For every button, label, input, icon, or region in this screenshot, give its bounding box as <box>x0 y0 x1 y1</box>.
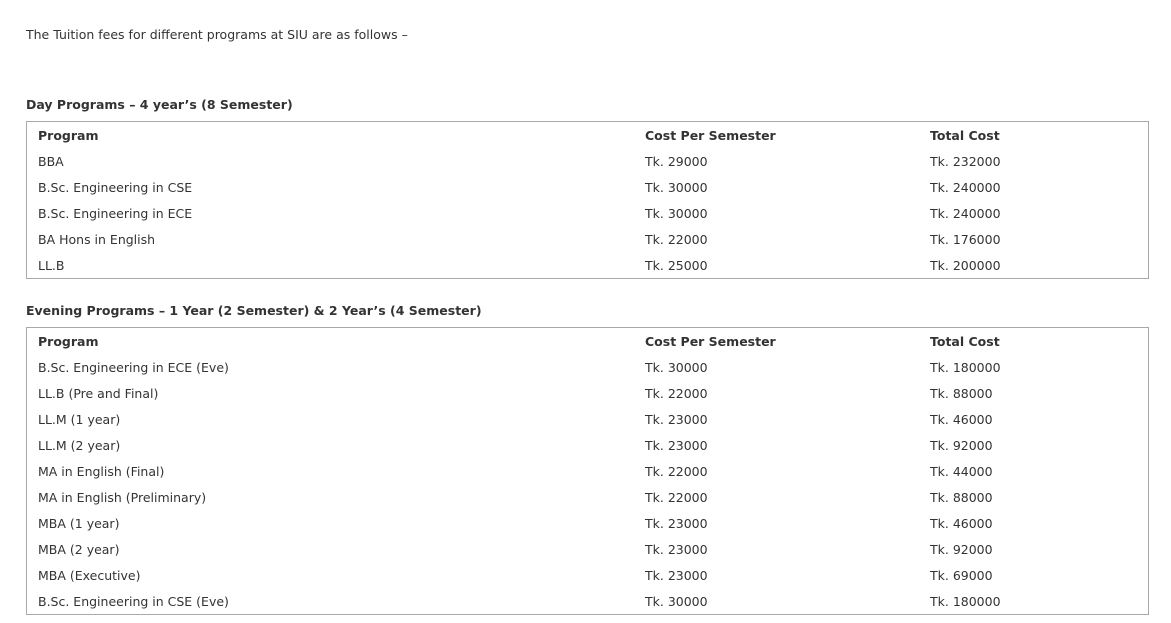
cost-per-semester-cell: Tk. 30000 <box>645 179 708 195</box>
program-name-cell: MBA (Executive) <box>38 567 141 583</box>
column-header-cost-per-semester: Cost Per Semester <box>645 333 776 349</box>
cost-per-semester-cell: Tk. 30000 <box>645 593 708 609</box>
cost-per-semester-cell: Tk. 23000 <box>645 437 708 453</box>
total-cost-cell: Tk. 176000 <box>930 231 1001 247</box>
cost-per-semester-cell: Tk. 25000 <box>645 257 708 273</box>
cost-per-semester-cell: Tk. 23000 <box>645 541 708 557</box>
table-row: MA in English (Final) Tk. 22000 Tk. 4400… <box>27 458 1149 484</box>
total-cost-cell: Tk. 240000 <box>930 205 1001 221</box>
table-row: MBA (Executive) Tk. 23000 Tk. 69000 <box>27 562 1149 588</box>
program-name-cell: B.Sc. Engineering in CSE <box>38 179 193 195</box>
total-cost-cell: Tk. 180000 <box>930 359 1001 375</box>
total-cost-cell: Tk. 180000 <box>930 593 1001 609</box>
table-row: MBA (2 year) Tk. 23000 Tk. 92000 <box>27 536 1149 562</box>
table-header-row: Program Cost Per Semester Total Cost <box>27 122 1149 149</box>
total-cost-cell: Tk. 92000 <box>930 541 993 557</box>
table-row: B.Sc. Engineering in ECE (Eve) Tk. 30000… <box>27 354 1149 380</box>
total-cost-cell: Tk. 44000 <box>930 463 993 479</box>
cost-per-semester-cell: Tk. 22000 <box>645 231 708 247</box>
program-name-cell: MBA (1 year) <box>38 515 120 531</box>
cost-per-semester-cell: Tk. 22000 <box>645 385 708 401</box>
table-row: B.Sc. Engineering in CSE (Eve) Tk. 30000… <box>27 588 1149 615</box>
program-name-cell: LL.M (1 year) <box>38 411 121 427</box>
cost-per-semester-cell: Tk. 29000 <box>645 153 708 169</box>
table-row: MBA (1 year) Tk. 23000 Tk. 46000 <box>27 510 1149 536</box>
day-programs-heading: Day Programs – 4 year’s (8 Semester) <box>26 97 293 112</box>
column-header-total-cost: Total Cost <box>930 127 1000 143</box>
program-name-cell: MA in English (Preliminary) <box>38 489 207 505</box>
total-cost-cell: Tk. 200000 <box>930 257 1001 273</box>
day-programs-table: Program Cost Per Semester Total Cost BBA… <box>26 121 1149 279</box>
column-header-total-cost: Total Cost <box>930 333 1000 349</box>
cost-per-semester-cell: Tk. 23000 <box>645 411 708 427</box>
program-name-cell: LL.B (Pre and Final) <box>38 385 159 401</box>
total-cost-cell: Tk. 240000 <box>930 179 1001 195</box>
program-name-cell: BBA <box>38 153 64 169</box>
total-cost-cell: Tk. 88000 <box>930 489 993 505</box>
program-name-cell: MBA (2 year) <box>38 541 120 557</box>
cost-per-semester-cell: Tk. 23000 <box>645 567 708 583</box>
table-header-row: Program Cost Per Semester Total Cost <box>27 328 1149 355</box>
total-cost-cell: Tk. 69000 <box>930 567 993 583</box>
program-name-cell: BA Hons in English <box>38 231 156 247</box>
column-header-cost-per-semester: Cost Per Semester <box>645 127 776 143</box>
total-cost-cell: Tk. 88000 <box>930 385 993 401</box>
cost-per-semester-cell: Tk. 22000 <box>645 489 708 505</box>
table-row: LL.M (1 year) Tk. 23000 Tk. 46000 <box>27 406 1149 432</box>
column-header-program: Program <box>38 127 99 143</box>
total-cost-cell: Tk. 232000 <box>930 153 1001 169</box>
total-cost-cell: Tk. 46000 <box>930 411 993 427</box>
table-row: LL.M (2 year) Tk. 23000 Tk. 92000 <box>27 432 1149 458</box>
table-row: MA in English (Preliminary) Tk. 22000 Tk… <box>27 484 1149 510</box>
table-row: B.Sc. Engineering in ECE Tk. 30000 Tk. 2… <box>27 200 1149 226</box>
column-header-program: Program <box>38 333 99 349</box>
evening-programs-heading: Evening Programs – 1 Year (2 Semester) &… <box>26 303 482 318</box>
intro-text: The Tuition fees for different programs … <box>26 27 408 42</box>
program-name-cell: LL.B <box>38 257 65 273</box>
cost-per-semester-cell: Tk. 23000 <box>645 515 708 531</box>
total-cost-cell: Tk. 46000 <box>930 515 993 531</box>
program-name-cell: LL.M (2 year) <box>38 437 121 453</box>
cost-per-semester-cell: Tk. 30000 <box>645 359 708 375</box>
table-row: BBA Tk. 29000 Tk. 232000 <box>27 148 1149 174</box>
table-row: LL.B Tk. 25000 Tk. 200000 <box>27 252 1149 279</box>
program-name-cell: B.Sc. Engineering in CSE (Eve) <box>38 593 229 609</box>
table-row: LL.B (Pre and Final) Tk. 22000 Tk. 88000 <box>27 380 1149 406</box>
cost-per-semester-cell: Tk. 22000 <box>645 463 708 479</box>
total-cost-cell: Tk. 92000 <box>930 437 993 453</box>
evening-programs-table: Program Cost Per Semester Total Cost B.S… <box>26 327 1149 615</box>
program-name-cell: B.Sc. Engineering in ECE <box>38 205 193 221</box>
table-row: B.Sc. Engineering in CSE Tk. 30000 Tk. 2… <box>27 174 1149 200</box>
cost-per-semester-cell: Tk. 30000 <box>645 205 708 221</box>
table-row: BA Hons in English Tk. 22000 Tk. 176000 <box>27 226 1149 252</box>
program-name-cell: MA in English (Final) <box>38 463 165 479</box>
program-name-cell: B.Sc. Engineering in ECE (Eve) <box>38 359 229 375</box>
